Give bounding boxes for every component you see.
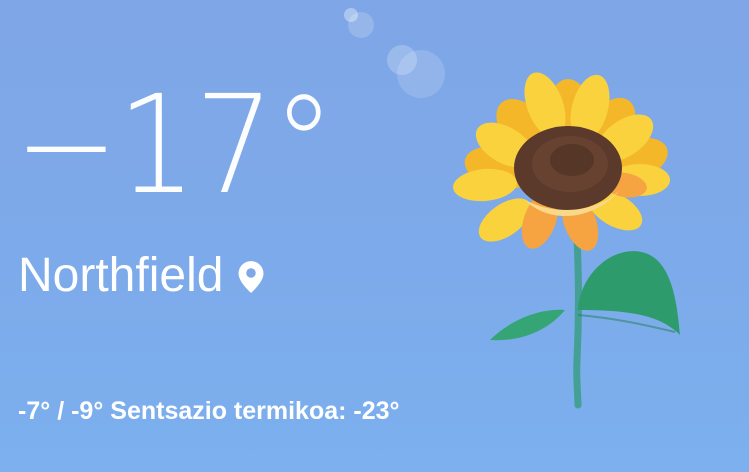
sunflower-illustration bbox=[453, 72, 680, 409]
feels-like-value: -23° bbox=[353, 397, 400, 425]
location-pin-icon bbox=[238, 261, 264, 293]
high-low-separator: / bbox=[57, 397, 72, 425]
high-temperature: -7° bbox=[18, 397, 58, 425]
location-name: Northfield bbox=[18, 249, 224, 302]
current-temperature: −17° bbox=[14, 67, 335, 225]
temperature-summary: -7° / -9° Sentsazio termikoa: -23° bbox=[18, 397, 400, 426]
feels-like-label: Sentsazio termikoa: bbox=[110, 397, 354, 425]
location-row[interactable]: Northfield bbox=[18, 252, 265, 300]
low-temperature: -9° bbox=[71, 397, 111, 425]
